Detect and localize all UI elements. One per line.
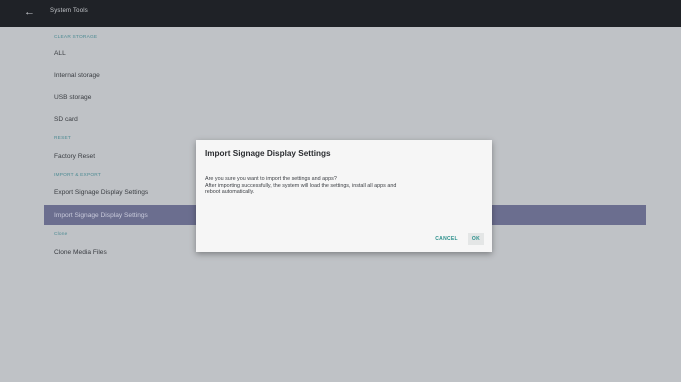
import-confirm-dialog: Import Signage Display Settings Are you … [196, 140, 492, 252]
cancel-button[interactable]: CANCEL [431, 233, 462, 245]
ok-button[interactable]: OK [467, 233, 484, 245]
dialog-actions: CANCEL OK [431, 233, 484, 245]
dialog-message: Are you sure you want to import the sett… [205, 176, 487, 196]
dialog-title: Import Signage Display Settings [205, 149, 331, 158]
dialog-message-line: After importing successfully, the system… [205, 182, 397, 189]
dialog-message-line: Are you sure you want to import the sett… [205, 176, 337, 182]
dialog-message-line: reboot automatically. [205, 189, 255, 196]
